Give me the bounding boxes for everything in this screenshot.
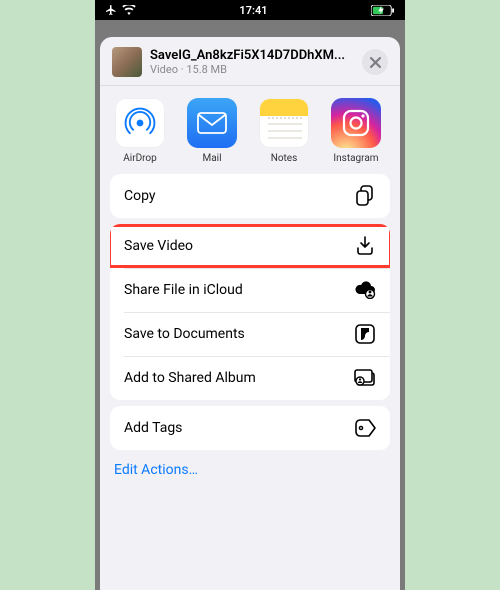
battery-icon	[371, 5, 395, 16]
share-target-mail[interactable]: Mail	[178, 98, 246, 164]
airdrop-icon	[115, 98, 165, 148]
sheet-header: SaveIG_An8kzFi5X14D7DDhXM... Video · 15.…	[100, 37, 400, 85]
share-sheet: SaveIG_An8kzFi5X14D7DDhXM... Video · 15.…	[100, 37, 400, 590]
share-targets-row[interactable]: AirDrop Mail Notes Instagram	[100, 86, 400, 174]
share-target-label: AirDrop	[123, 153, 157, 164]
action-label: Copy	[124, 188, 156, 204]
share-target-airdrop[interactable]: AirDrop	[106, 98, 174, 164]
action-add-shared-album[interactable]: Add to Shared Album	[110, 356, 390, 400]
phone-frame: 17:41 SaveIG_An8kzFi5X14D7DDhXM... Video…	[95, 0, 405, 590]
instagram-icon	[331, 98, 381, 148]
file-name: SaveIG_An8kzFi5X14D7DDhXM...	[150, 48, 354, 63]
share-target-label: Notes	[271, 153, 298, 164]
shared-album-icon	[354, 367, 376, 389]
actions-list: Copy Save Video Share File in iCloud	[100, 174, 400, 450]
action-copy[interactable]: Copy	[110, 174, 390, 218]
documents-app-icon	[354, 323, 376, 345]
close-icon	[370, 57, 381, 68]
action-save-documents[interactable]: Save to Documents	[110, 312, 390, 356]
action-label: Add to Shared Album	[124, 370, 256, 386]
action-share-icloud[interactable]: Share File in iCloud	[110, 268, 390, 312]
close-button[interactable]	[362, 49, 388, 75]
action-add-tags[interactable]: Add Tags	[110, 406, 390, 450]
share-target-tiktok[interactable]: T	[392, 98, 400, 164]
tag-icon	[354, 417, 376, 439]
notes-icon	[259, 98, 309, 148]
status-time: 17:41	[239, 4, 267, 17]
share-target-notes[interactable]: Notes	[250, 98, 318, 164]
airplane-mode-icon	[105, 4, 117, 16]
share-target-label: Mail	[202, 153, 221, 164]
edit-actions-link[interactable]: Edit Actions…	[100, 450, 400, 498]
status-bar: 17:41	[95, 0, 405, 20]
icloud-share-icon	[354, 279, 376, 301]
file-subtitle: Video · 15.8 MB	[150, 63, 354, 76]
file-thumbnail	[112, 47, 142, 77]
action-label: Add Tags	[124, 420, 182, 436]
action-label: Save to Documents	[124, 326, 245, 342]
save-video-icon	[354, 235, 376, 257]
mail-icon	[187, 98, 237, 148]
action-label: Share File in iCloud	[124, 282, 243, 298]
share-target-instagram[interactable]: Instagram	[322, 98, 390, 164]
action-save-video[interactable]: Save Video	[110, 224, 390, 268]
wifi-icon	[122, 5, 136, 15]
share-target-label: Instagram	[333, 153, 378, 164]
copy-icon	[354, 185, 376, 207]
action-label: Save Video	[124, 238, 193, 254]
